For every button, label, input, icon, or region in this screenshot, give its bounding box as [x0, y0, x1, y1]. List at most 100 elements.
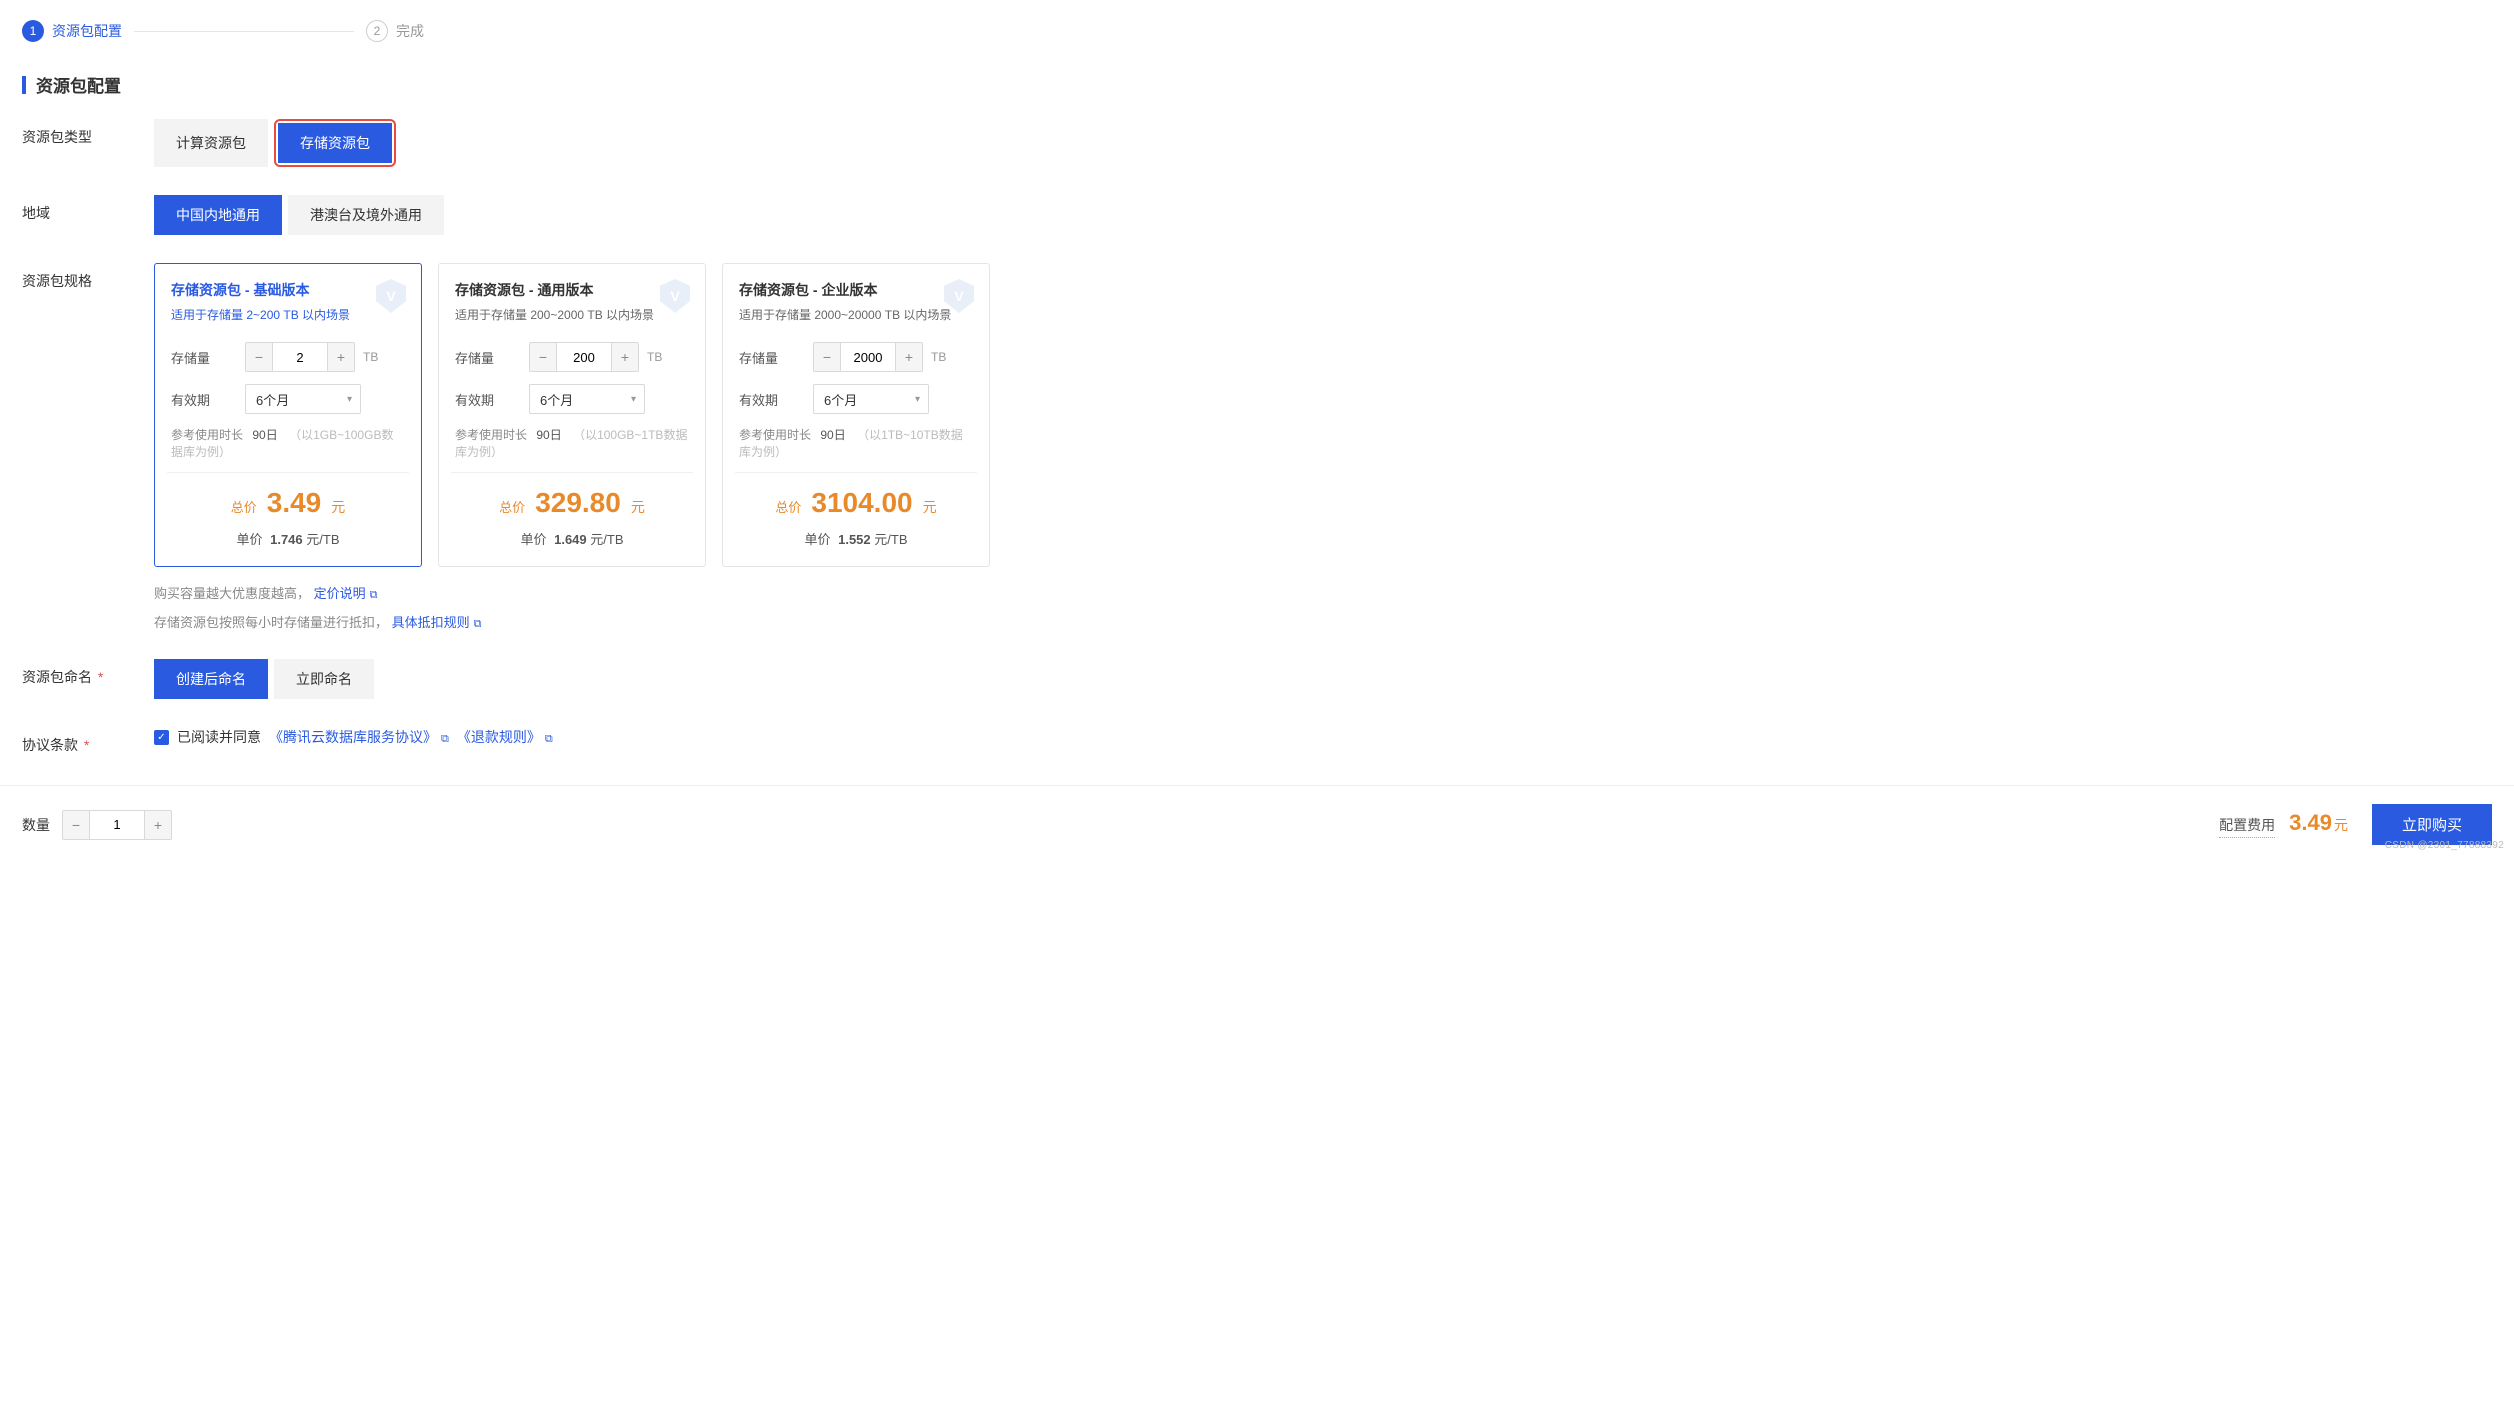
spec-card-enterprise[interactable]: 存储资源包 - 企业版本 适用于存储量 2000~20000 TB 以内场景 V…	[722, 263, 990, 567]
spec-card-basic[interactable]: 存储资源包 - 基础版本 适用于存储量 2~200 TB 以内场景 V 存储量 …	[154, 263, 422, 567]
stepper-minus-button[interactable]: −	[63, 811, 89, 839]
total-unit: 元	[331, 497, 345, 517]
quantity-stepper[interactable]: − +	[62, 810, 172, 840]
region-label: 地域	[22, 195, 154, 223]
terms-label: 协议条款 *	[22, 727, 154, 755]
period-select[interactable]: 6个月 ▾	[245, 384, 361, 414]
heading-accent-bar	[22, 76, 26, 94]
stepper-minus-button[interactable]: −	[814, 343, 840, 371]
stepper-plus-button[interactable]: +	[328, 343, 354, 371]
agree-checkbox[interactable]: ✓	[154, 730, 169, 745]
step-1-number: 1	[22, 20, 44, 42]
storage-input[interactable]	[556, 343, 612, 371]
chevron-down-icon: ▾	[915, 394, 920, 405]
type-storage-button[interactable]: 存储资源包	[278, 123, 392, 163]
total-value: 3.49	[267, 487, 322, 519]
shield-icon: V	[939, 276, 979, 316]
step-divider	[134, 31, 354, 32]
unit-price-label: 单价	[236, 532, 262, 547]
ref-value: 90日	[820, 428, 845, 442]
stepper-plus-button[interactable]: +	[612, 343, 638, 371]
shield-icon: V	[655, 276, 695, 316]
period-value: 6个月	[540, 390, 573, 409]
card-subtitle: 适用于存储量 2~200 TB 以内场景	[171, 306, 405, 323]
total-label: 总价	[499, 497, 525, 516]
period-select[interactable]: 6个月 ▾	[813, 384, 929, 414]
unit-price-suffix: 元/TB	[306, 532, 339, 547]
type-compute-button[interactable]: 计算资源包	[154, 119, 268, 167]
watermark: CSDN @2301_77888392	[2385, 840, 2504, 851]
spec-card-general[interactable]: 存储资源包 - 通用版本 适用于存储量 200~2000 TB 以内场景 V 存…	[438, 263, 706, 567]
cost-label: 配置费用	[2219, 815, 2275, 838]
step-2-number: 2	[366, 20, 388, 42]
total-unit: 元	[923, 497, 937, 517]
quantity-input[interactable]	[89, 811, 145, 839]
naming-label: 资源包命名 *	[22, 659, 154, 687]
ref-value: 90日	[252, 428, 277, 442]
external-link-icon: ⧉	[474, 618, 482, 631]
card-title: 存储资源包 - 企业版本	[739, 280, 973, 300]
total-value: 3104.00	[811, 487, 912, 519]
total-unit: 元	[631, 497, 645, 517]
stepper-plus-button[interactable]: +	[896, 343, 922, 371]
storage-unit: TB	[647, 350, 662, 364]
steps-indicator: 1 资源包配置 2 完成	[22, 20, 2492, 42]
section-heading: 资源包配置	[22, 72, 2492, 97]
ref-label: 参考使用时长	[739, 428, 811, 442]
spec-label: 资源包规格	[22, 263, 154, 291]
deduction-hint: 存储资源包按照每小时存储量进行抵扣， 具体抵扣规则⧉	[154, 612, 2492, 631]
period-label: 有效期	[739, 390, 813, 409]
unit-price-suffix: 元/TB	[874, 532, 907, 547]
step-1[interactable]: 1 资源包配置	[22, 20, 122, 42]
step-1-label: 资源包配置	[52, 21, 122, 41]
unit-price-value: 1.552	[838, 532, 871, 547]
refund-policy-link[interactable]: 《退款规则》⧉	[457, 727, 553, 747]
storage-unit: TB	[363, 350, 378, 364]
unit-price-label: 单价	[520, 532, 546, 547]
card-title: 存储资源包 - 通用版本	[455, 280, 689, 300]
external-link-icon: ⧉	[370, 589, 378, 602]
hint-text: 存储资源包按照每小时存储量进行抵扣，	[154, 615, 388, 630]
total-value: 329.80	[535, 487, 621, 519]
naming-now-button[interactable]: 立即命名	[274, 659, 374, 699]
card-divider	[167, 472, 409, 473]
unit-price-value: 1.746	[270, 532, 303, 547]
period-select[interactable]: 6个月 ▾	[529, 384, 645, 414]
unit-price-label: 单价	[804, 532, 830, 547]
pricing-link[interactable]: 定价说明⧉	[314, 586, 378, 601]
region-mainland-button[interactable]: 中国内地通用	[154, 195, 282, 235]
ref-label: 参考使用时长	[455, 428, 527, 442]
stepper-minus-button[interactable]: −	[530, 343, 556, 371]
ref-label: 参考使用时长	[171, 428, 243, 442]
naming-after-button[interactable]: 创建后命名	[154, 659, 268, 699]
service-agreement-link[interactable]: 《腾讯云数据库服务协议》⧉	[269, 727, 449, 747]
region-overseas-button[interactable]: 港澳台及境外通用	[288, 195, 444, 235]
storage-label: 存储量	[739, 348, 813, 367]
resource-type-label: 资源包类型	[22, 119, 154, 147]
quantity-label: 数量	[22, 815, 50, 835]
page-title: 资源包配置	[36, 72, 121, 97]
pricing-hint: 购买容量越大优惠度越高， 定价说明⧉	[154, 583, 2492, 602]
ref-value: 90日	[536, 428, 561, 442]
cost-unit: 元	[2334, 817, 2348, 833]
card-subtitle: 适用于存储量 2000~20000 TB 以内场景	[739, 306, 973, 323]
storage-label: 存储量	[171, 348, 245, 367]
deduction-link[interactable]: 具体抵扣规则⧉	[392, 615, 482, 630]
storage-stepper[interactable]: − +	[529, 342, 639, 372]
stepper-minus-button[interactable]: −	[246, 343, 272, 371]
card-subtitle: 适用于存储量 200~2000 TB 以内场景	[455, 306, 689, 323]
storage-stepper[interactable]: − +	[245, 342, 355, 372]
storage-stepper[interactable]: − +	[813, 342, 923, 372]
period-value: 6个月	[824, 390, 857, 409]
unit-price-suffix: 元/TB	[590, 532, 623, 547]
period-label: 有效期	[171, 390, 245, 409]
unit-price-value: 1.649	[554, 532, 587, 547]
stepper-plus-button[interactable]: +	[145, 811, 171, 839]
external-link-icon: ⧉	[441, 733, 449, 746]
buy-now-button[interactable]: 立即购买	[2372, 804, 2492, 845]
period-value: 6个月	[256, 390, 289, 409]
step-2: 2 完成	[366, 20, 424, 42]
storage-input[interactable]	[840, 343, 896, 371]
chevron-down-icon: ▾	[631, 394, 636, 405]
storage-input[interactable]	[272, 343, 328, 371]
